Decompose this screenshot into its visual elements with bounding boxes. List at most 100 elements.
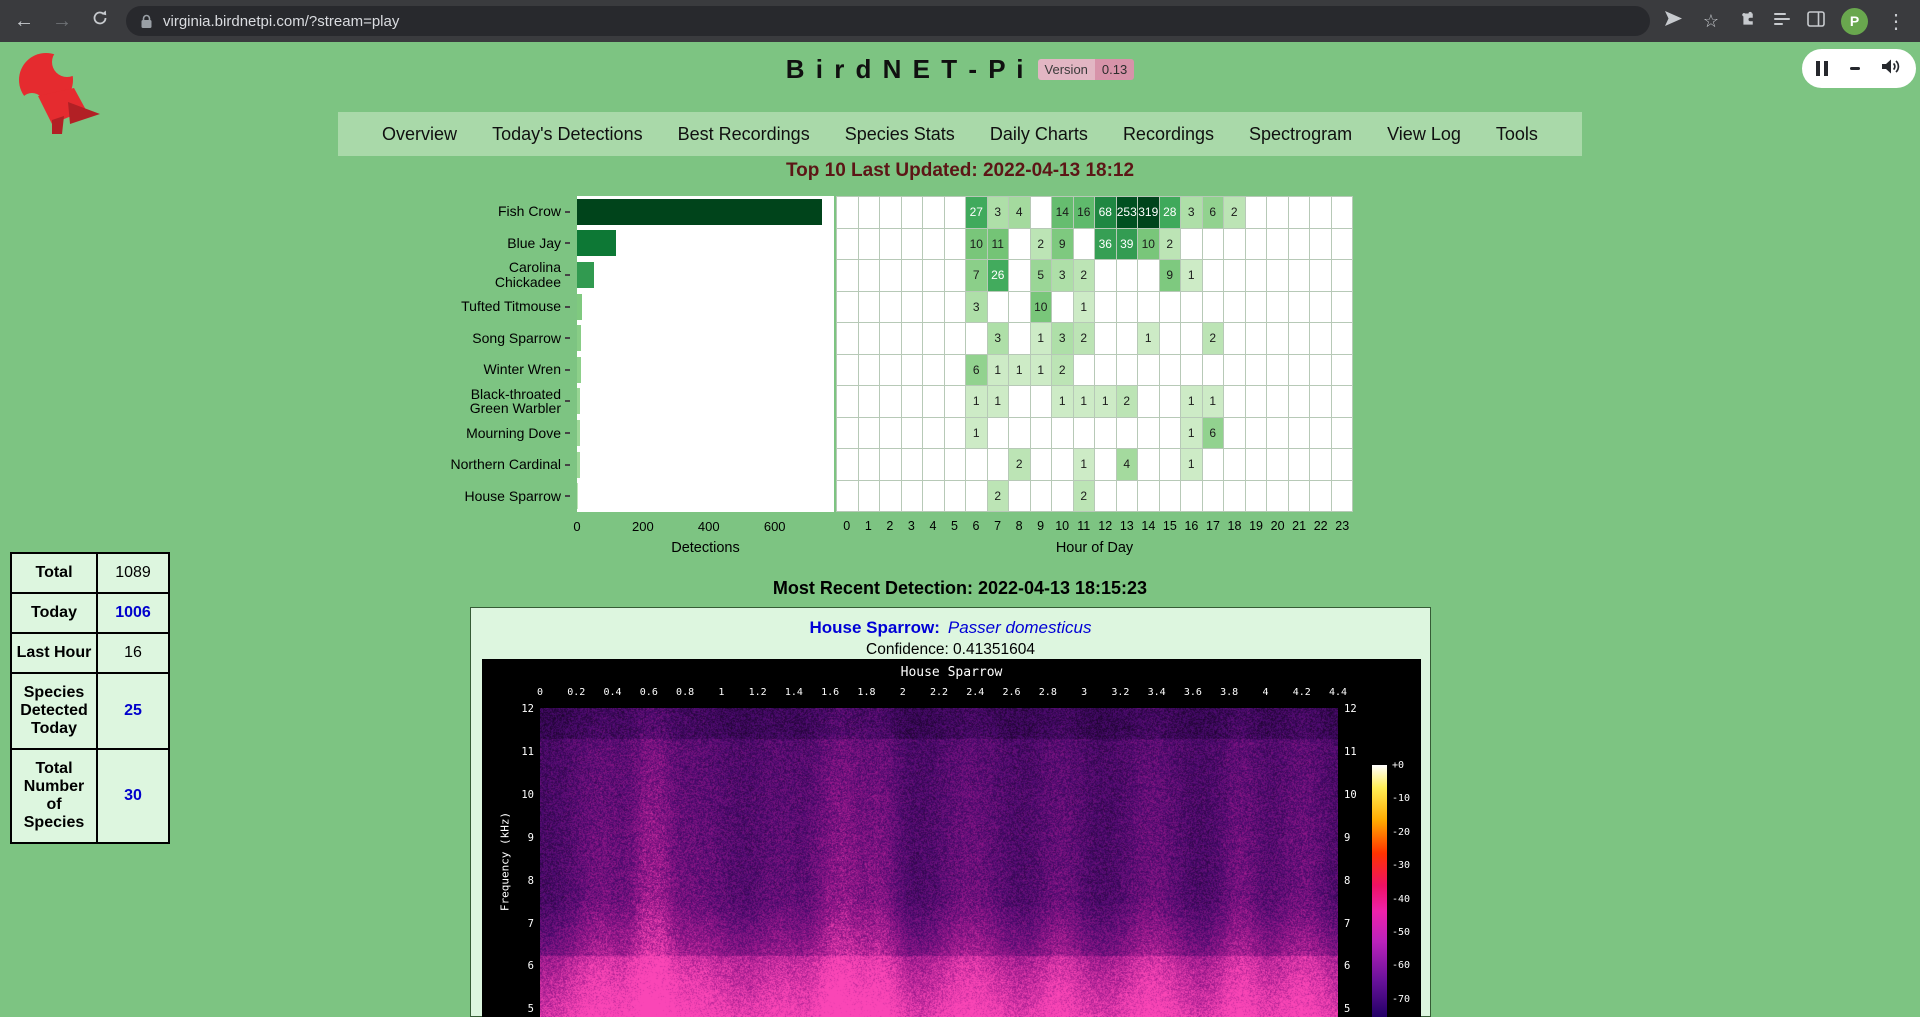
heatmap-cell [1246,292,1268,324]
reload-glyph [91,9,109,27]
heatmap-cell [1332,449,1354,481]
heatmap-cell [1267,197,1289,229]
address-bar[interactable]: virginia.birdnetpi.com/?stream=play [126,6,1650,36]
heatmap-cell [1332,323,1354,355]
heatmap-cell [1095,481,1117,513]
detections-bar [577,199,822,225]
heatmap-cell [1181,481,1203,513]
nav-item-daily-charts[interactable]: Daily Charts [990,124,1088,145]
version-badge: Version 0.13 [1038,59,1135,80]
hour-tick: 17 [1202,519,1224,533]
nav-item-today-s-detections[interactable]: Today's Detections [492,124,643,145]
stats-value[interactable]: 1006 [97,593,169,633]
colorbar-tick: +0 [1392,760,1421,771]
browser-menu-icon[interactable]: ⋮ [1884,9,1908,34]
heatmap-cell [1289,355,1311,387]
heatmap-cell [988,292,1010,324]
heatmap-cell: 16 [1074,197,1096,229]
send-icon[interactable] [1664,10,1683,32]
axis-tick [565,306,570,308]
back-icon[interactable]: ← [12,10,36,33]
nav-item-best-recordings[interactable]: Best Recordings [678,124,810,145]
heatmap-cell [837,355,859,387]
heatmap-cell [1009,260,1031,292]
heatmap-cell [880,418,902,450]
heatmap-cell [923,323,945,355]
reload-icon[interactable] [88,9,112,33]
heatmap-cell [1203,260,1225,292]
heatmap-cell [1267,229,1289,261]
speaker-icon[interactable] [1881,58,1902,80]
heatmap-cell [1224,292,1246,324]
extensions-puzzle-icon[interactable] [1739,10,1757,33]
heatmap-cell [1203,481,1225,513]
axis-tick [565,242,570,244]
heatmap-cell [1181,355,1203,387]
heatmap-cell [1117,481,1139,513]
heatmap-cell [988,418,1010,450]
heatmap-cell [837,481,859,513]
heatmap-cell: 36 [1095,229,1117,261]
hour-tick: 8 [1008,519,1030,533]
stats-value[interactable]: 25 [97,673,169,749]
heatmap-cell [1160,355,1182,387]
bookmark-star-icon[interactable]: ☆ [1699,11,1723,32]
version-label: Version [1038,59,1095,80]
heatmap-cell: 3 [988,197,1010,229]
heatmap-cell [1095,323,1117,355]
side-panel-icon[interactable] [1807,11,1825,32]
heatmap-cell [1138,481,1160,513]
spectrogram-x-tick: 0.4 [604,687,622,698]
heatmap-cell [1332,260,1354,292]
heatmap-cell [1052,449,1074,481]
nav-item-recordings[interactable]: Recordings [1123,124,1214,145]
spectrogram-x-tick: 1.2 [749,687,767,698]
nav-item-spectrogram[interactable]: Spectrogram [1249,124,1352,145]
nav-item-species-stats[interactable]: Species Stats [845,124,955,145]
heatmap-cell [923,449,945,481]
heatmap-cell: 1 [1074,292,1096,324]
audio-player[interactable] [1802,49,1916,88]
version-value: 0.13 [1095,59,1134,80]
heatmap-cell [1095,449,1117,481]
heatmap-cell: 319 [1138,197,1160,229]
heatmap-cell: 1 [966,418,988,450]
page-title: B i r d N E T - P i [786,54,1026,85]
forward-icon[interactable]: → [50,10,74,33]
heatmap-cell [1310,197,1332,229]
stats-value[interactable]: 30 [97,749,169,843]
heatmap-cell [1031,481,1053,513]
heatmap-cell [1138,292,1160,324]
heatmap-cell [902,449,924,481]
heatmap-cell [1267,355,1289,387]
heatmap-cell [1289,449,1311,481]
spectrogram-x-tick: 2.6 [1003,687,1021,698]
nav-item-overview[interactable]: Overview [382,124,457,145]
heatmap-cell [837,418,859,450]
nav-item-view-log[interactable]: View Log [1387,124,1461,145]
spectrogram-y-tick: 7 [500,918,534,930]
reading-list-icon[interactable] [1773,11,1791,32]
stats-row: Last Hour16 [11,633,169,673]
spectrogram-y-tick-right: 12 [1344,703,1378,715]
spectrogram-y-tick: 12 [500,703,534,715]
heatmap-cell [1267,449,1289,481]
spectrogram-x-tick: 1.4 [785,687,803,698]
pause-icon[interactable] [1816,61,1828,76]
stats-value: 16 [97,633,169,673]
heatmap-cell [1310,229,1332,261]
detection-common-name[interactable]: House Sparrow: [810,618,940,638]
heatmap-cell [859,197,881,229]
spectrogram-x-tick: 0.8 [676,687,694,698]
heatmap-cell [1267,260,1289,292]
heatmap-cell [1289,386,1311,418]
heatmap-cell: 39 [1117,229,1139,261]
nav-item-tools[interactable]: Tools [1496,124,1538,145]
axis-tick [565,495,570,497]
profile-avatar[interactable]: P [1841,8,1868,35]
spectrogram-x-tick: 2.2 [930,687,948,698]
heatmap-cell [923,386,945,418]
heatmap-cell: 1 [966,386,988,418]
heatmap-cell: 9 [1160,260,1182,292]
heatmap-cell: 1 [988,355,1010,387]
